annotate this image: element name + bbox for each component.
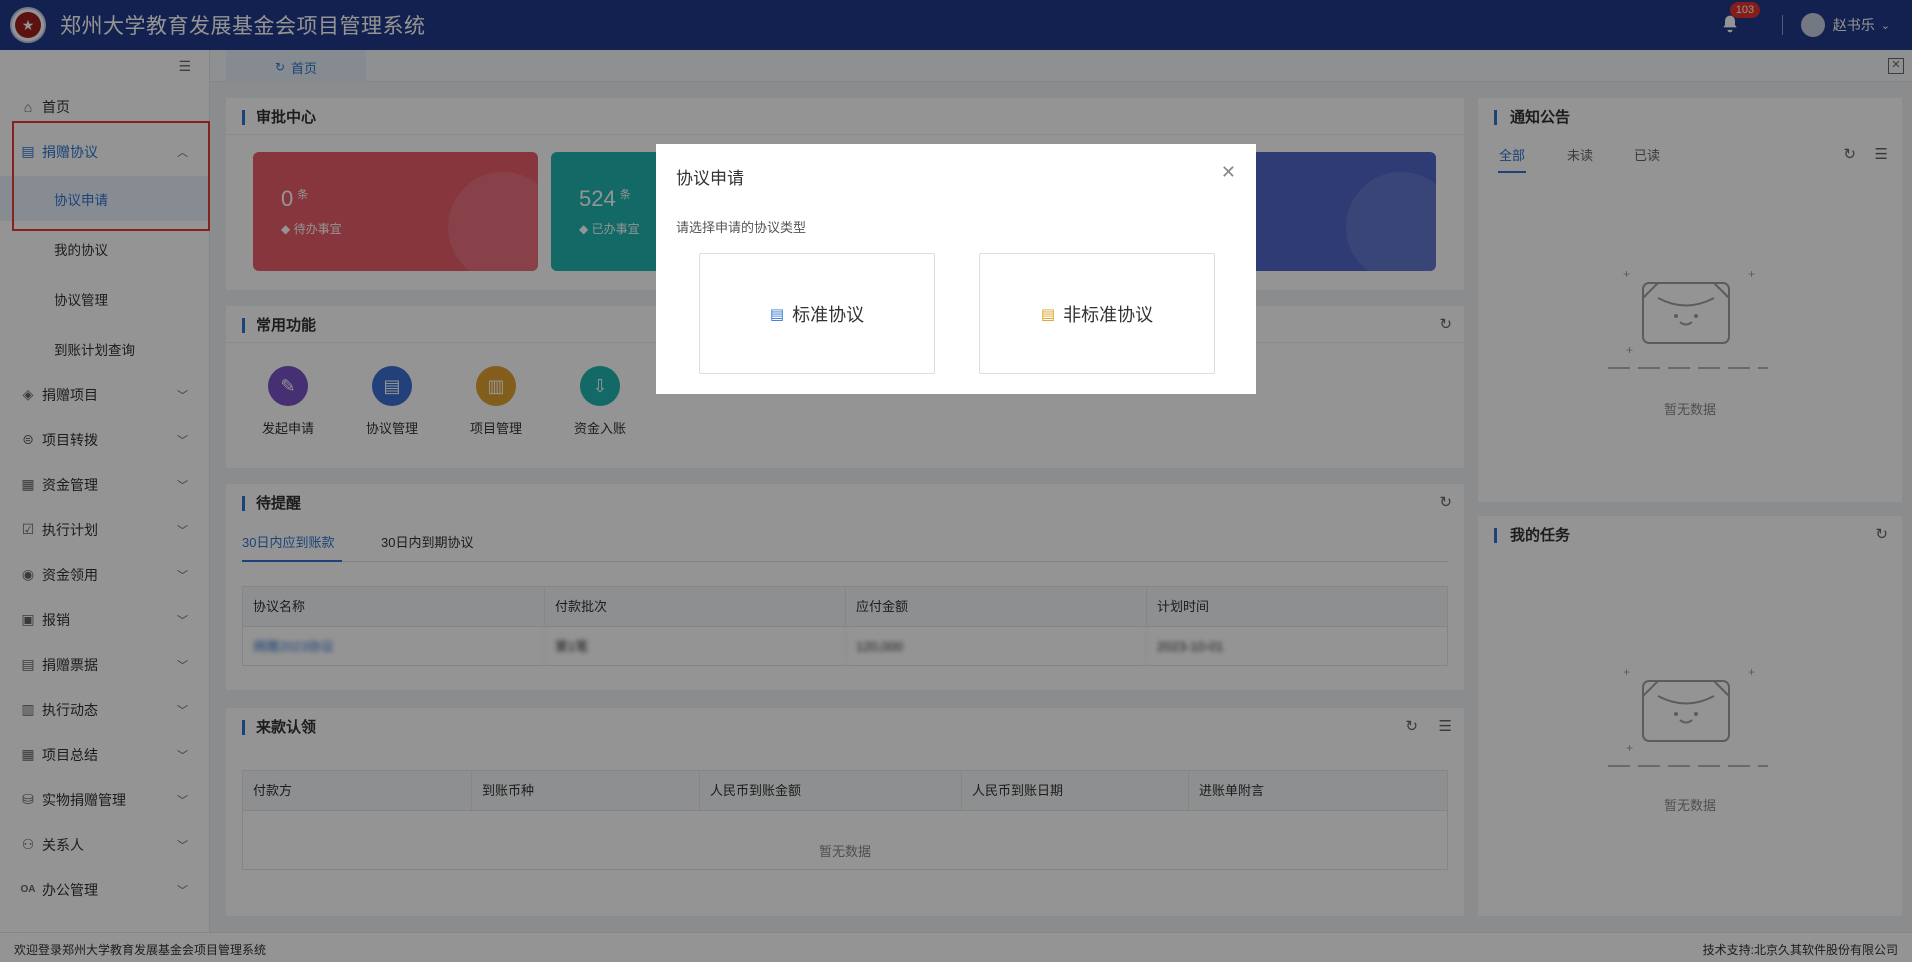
dialog-hint: 请选择申请的协议类型: [676, 220, 807, 235]
document-icon: ▤: [769, 305, 785, 323]
option-label: 非标准协议: [1063, 304, 1154, 325]
document-icon: ▤: [1040, 305, 1056, 323]
agreement-apply-dialog: 协议申请 ✕ 请选择申请的协议类型 ▤ 标准协议 ▤ 非标准协议: [656, 144, 1256, 394]
option-label: 标准协议: [792, 304, 865, 325]
non-standard-agreement-option[interactable]: ▤ 非标准协议: [979, 253, 1215, 374]
dialog-title: 协议申请: [676, 169, 744, 188]
standard-agreement-option[interactable]: ▤ 标准协议: [699, 253, 935, 374]
close-icon[interactable]: ✕: [1221, 162, 1236, 183]
